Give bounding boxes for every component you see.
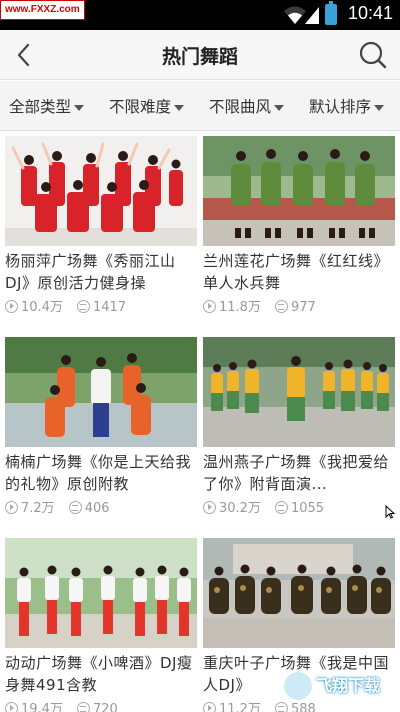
watermark-icon (282, 670, 314, 702)
dropdown-arrow-icon (174, 104, 185, 111)
video-stats: 7.2万 406 (5, 497, 110, 516)
filter-label: 全部类型 (9, 98, 72, 116)
filter-sort[interactable]: 默认排序 (309, 95, 385, 117)
video-thumbnail[interactable] (5, 136, 197, 246)
filter-bar: 全部类型 不限难度 不限曲风 默认排序 (0, 81, 400, 131)
video-stats: 10.4万 1417 (5, 296, 126, 315)
video-stats: 19.4万 720 (5, 698, 118, 712)
filter-label: 默认排序 (309, 98, 372, 116)
video-thumbnail[interactable] (203, 136, 395, 246)
filter-type[interactable]: 全部类型 (9, 95, 85, 117)
video-thumbnail[interactable] (203, 538, 395, 648)
video-card[interactable]: 温州燕子广场舞《我把爱给了你》附背面演... 30.2万 1055 (203, 337, 395, 537)
play-count-icon (203, 501, 216, 514)
watermark-badge: www.FXXZ.com (0, 0, 85, 20)
comment-count: 1055 (290, 501, 325, 516)
video-thumbnail[interactable] (203, 337, 395, 447)
video-thumbnail[interactable] (5, 538, 197, 648)
battery-icon (325, 1, 337, 25)
play-count-icon (5, 501, 18, 514)
video-title[interactable]: 兰州莲花广场舞《红红线》单人水兵舞 (203, 250, 395, 294)
comment-icon (76, 702, 90, 712)
view-count: 11.8万 (219, 300, 261, 315)
view-count: 10.4万 (21, 300, 63, 315)
video-card[interactable]: 楠楠广场舞《你是上天给我的礼物》原创附教 7.2万 406 (5, 337, 197, 537)
filter-difficulty[interactable]: 不限难度 (109, 95, 185, 117)
view-count: 19.4万 (21, 702, 63, 712)
view-count: 11.2万 (219, 702, 261, 712)
play-count-icon (203, 300, 216, 313)
page-title: 热门舞蹈 (161, 46, 238, 68)
comment-icon (274, 300, 288, 313)
filter-style[interactable]: 不限曲风 (209, 95, 285, 117)
video-thumbnail[interactable] (5, 337, 197, 447)
video-title[interactable]: 温州燕子广场舞《我把爱给了你》附背面演... (203, 451, 395, 495)
video-title[interactable]: 楠楠广场舞《你是上天给我的礼物》原创附教 (5, 451, 197, 495)
video-title[interactable]: 杨丽萍广场舞《秀丽江山DJ》原创活力健身操 (5, 250, 197, 294)
video-card[interactable]: 动动广场舞《小啤酒》DJ瘦身舞491含教 19.4万 720 (5, 538, 197, 712)
play-count-icon (5, 702, 18, 712)
comment-count: 720 (92, 702, 118, 712)
filter-label: 不限难度 (109, 98, 172, 116)
comment-icon (274, 501, 288, 514)
watermark-text: 飞翔下载 (316, 676, 381, 695)
play-count-icon (203, 702, 216, 712)
comment-count: 1417 (92, 300, 127, 315)
view-count: 30.2万 (219, 501, 261, 516)
mouse-cursor-icon (385, 505, 395, 519)
view-count: 7.2万 (21, 501, 55, 516)
comment-count: 406 (84, 501, 110, 516)
app-header: 热门舞蹈 (0, 30, 400, 80)
video-title[interactable]: 动动广场舞《小啤酒》DJ瘦身舞491含教 (5, 652, 197, 696)
filter-label: 不限曲风 (209, 98, 272, 116)
comment-count: 977 (290, 300, 316, 315)
video-card[interactable]: 兰州莲花广场舞《红红线》单人水兵舞 11.8万 977 (203, 136, 395, 336)
video-stats: 30.2万 1055 (203, 497, 324, 516)
watermark-logo: 飞翔下载 (282, 668, 394, 704)
video-stats: 11.8万 977 (203, 296, 316, 315)
dropdown-arrow-icon (74, 104, 85, 111)
dropdown-arrow-icon (374, 104, 385, 111)
dropdown-arrow-icon (274, 104, 285, 111)
status-bar: www.FXXZ.com 10:41 (0, 0, 400, 30)
comment-icon (76, 300, 90, 313)
comment-icon (68, 501, 82, 514)
signal-icon (305, 7, 319, 24)
search-icon[interactable] (356, 38, 390, 72)
play-count-icon (5, 300, 18, 313)
video-card[interactable]: 杨丽萍广场舞《秀丽江山DJ》原创活力健身操 10.4万 1417 (5, 136, 197, 336)
clock: 10:41 (348, 3, 394, 23)
